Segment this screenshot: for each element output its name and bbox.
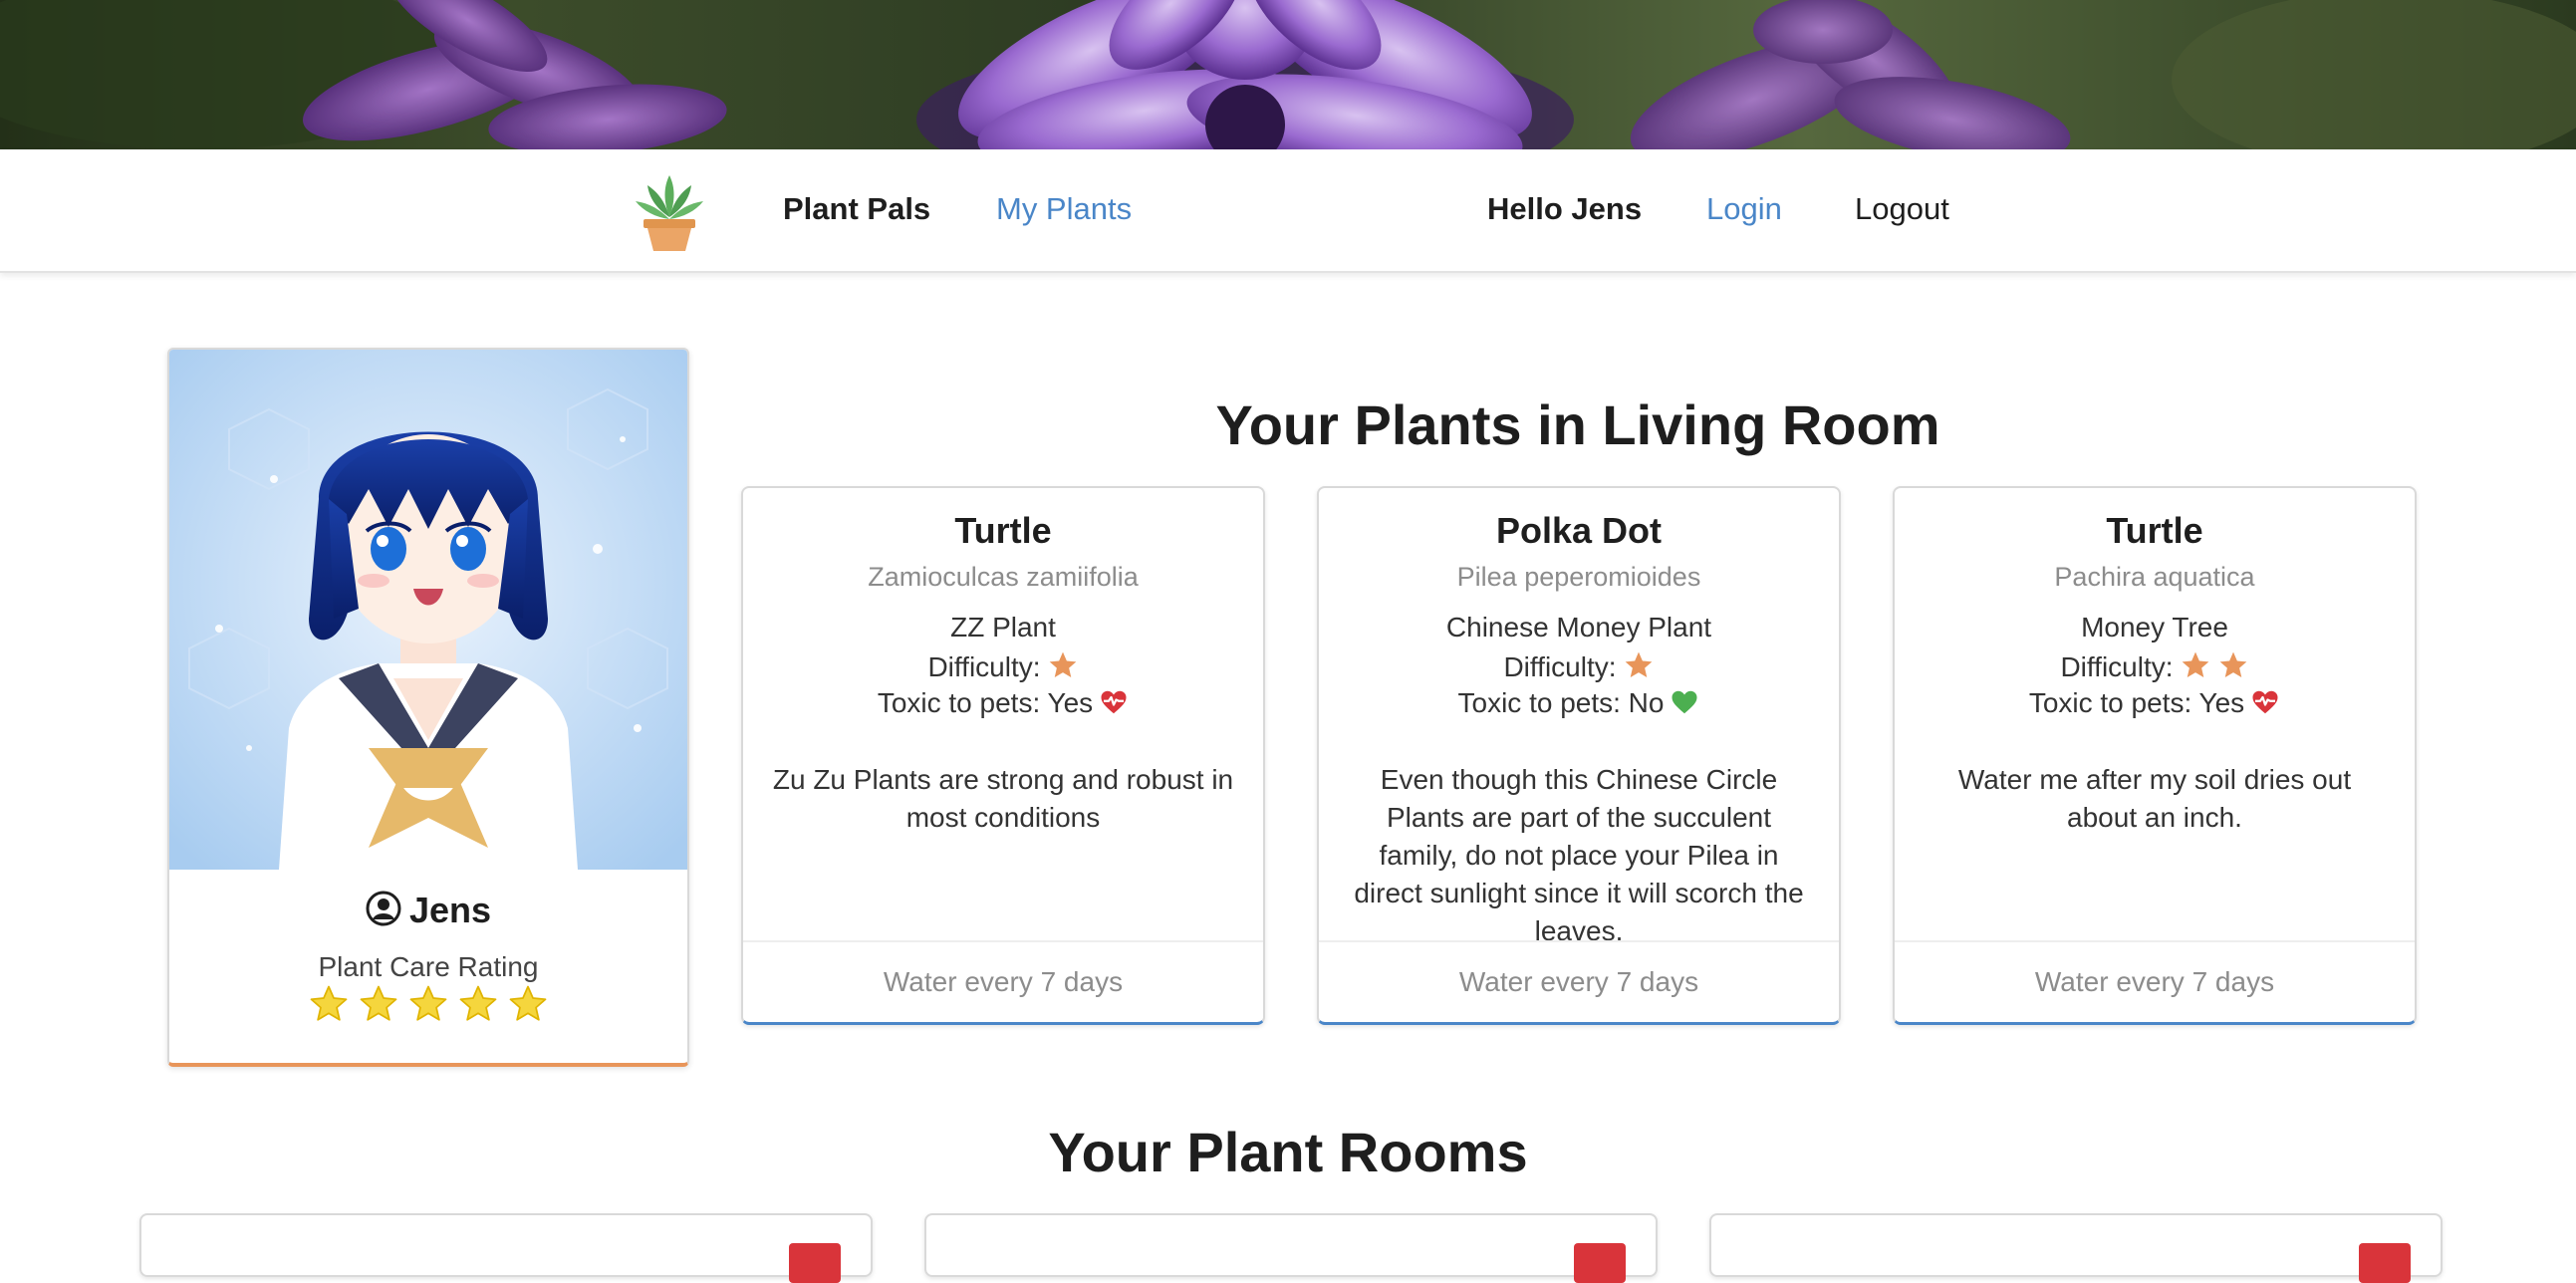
plant-scientific-name: Pachira aquatica — [2054, 562, 2255, 592]
rating-stars — [169, 983, 687, 1030]
plant-difficulty: Difficulty: — [743, 649, 1263, 683]
logout-link[interactable]: Logout — [1855, 189, 1949, 229]
my-plants-link[interactable]: My Plants — [996, 189, 1132, 229]
difficulty-star-icon — [2174, 651, 2211, 682]
succulent-pot-icon[interactable] — [634, 167, 705, 253]
room-card[interactable] — [1709, 1213, 2443, 1283]
watering-schedule: Water every 7 days — [1895, 940, 2415, 1022]
plant-card[interactable]: Polka Dot Pilea peperomioides Chinese Mo… — [1317, 486, 1841, 1025]
plant-scientific-name: Zamioculcas zamiifolia — [868, 562, 1139, 592]
plant-description: Water me after my soil dries out about a… — [1957, 764, 2352, 833]
heartbeat-icon — [1093, 687, 1129, 718]
difficulty-stars — [1041, 651, 1079, 682]
plant-name: Turtle — [954, 510, 1052, 551]
profile-name-text: Jens — [408, 890, 492, 930]
plant-rooms-title: Your Plant Rooms — [1048, 1121, 1528, 1183]
plant-name: Polka Dot — [1495, 510, 1663, 551]
living-room-title: Your Plants in Living Room — [1215, 393, 1940, 456]
login-link[interactable]: Login — [1706, 189, 1782, 229]
avatar — [169, 350, 687, 870]
toxic-label: Toxic to pets: Yes — [2028, 687, 2245, 718]
green-heart-icon — [1664, 687, 1699, 718]
toxic-label: Toxic to pets: No — [1457, 687, 1665, 718]
rating-star-icon — [453, 985, 503, 1029]
toxic-label: Toxic to pets: Yes — [877, 687, 1094, 718]
difficulty-label: Difficulty: — [2060, 651, 2174, 682]
brand-link[interactable]: Plant Pals — [783, 189, 930, 229]
plant-common-name: Chinese Money Plant — [1445, 612, 1712, 642]
header-banner-image — [0, 0, 2576, 149]
user-circle-icon — [366, 891, 401, 937]
trash-icon[interactable] — [2359, 1243, 2411, 1283]
profile-card: Jens Plant Care Rating — [167, 348, 689, 1067]
plant-card[interactable]: Turtle Zamioculcas zamiifolia ZZ Plant D… — [741, 486, 1265, 1025]
watering-schedule: Water every 7 days — [1319, 940, 1839, 1022]
difficulty-label: Difficulty: — [1503, 651, 1617, 682]
room-card[interactable] — [924, 1213, 1658, 1283]
plant-name: Turtle — [2106, 510, 2203, 551]
plant-toxicity: Toxic to pets: No — [1319, 687, 1839, 719]
plant-card[interactable]: Turtle Pachira aquatica Money Tree Diffi… — [1893, 486, 2417, 1025]
difficulty-stars — [2174, 651, 2249, 682]
plant-difficulty: Difficulty: — [1319, 649, 1839, 683]
plant-toxicity: Toxic to pets: Yes — [1895, 687, 2415, 719]
rating-star-icon — [503, 985, 553, 1029]
plant-description: Even though this Chinese Circle Plants a… — [1354, 764, 1804, 946]
room-card[interactable] — [139, 1213, 873, 1283]
plant-common-name: ZZ Plant — [950, 612, 1056, 642]
rating-star-icon — [354, 985, 403, 1029]
plant-common-name: Money Tree — [2081, 612, 2228, 642]
plant-description: Zu Zu Plants are strong and robust in mo… — [772, 764, 1234, 833]
heartbeat-icon — [2244, 687, 2280, 718]
difficulty-star-icon — [1617, 651, 1655, 682]
difficulty-star-icon — [1041, 651, 1079, 682]
top-navbar: Plant Pals My Plants Hello Jens Login Lo… — [0, 149, 2576, 273]
profile-name: Jens — [169, 888, 687, 937]
rating-label: Plant Care Rating — [318, 951, 539, 982]
plant-toxicity: Toxic to pets: Yes — [743, 687, 1263, 719]
difficulty-stars — [1617, 651, 1655, 682]
rating-star-icon — [304, 985, 354, 1029]
trash-icon[interactable] — [1574, 1243, 1626, 1283]
greeting-text: Hello Jens — [1487, 191, 1643, 226]
difficulty-label: Difficulty: — [927, 651, 1041, 682]
difficulty-star-icon — [2211, 651, 2249, 682]
watering-schedule: Water every 7 days — [743, 940, 1263, 1022]
plant-difficulty: Difficulty: — [1895, 649, 2415, 683]
rating-star-icon — [403, 985, 453, 1029]
trash-icon[interactable] — [789, 1243, 841, 1283]
plant-scientific-name: Pilea peperomioides — [1456, 562, 1701, 592]
